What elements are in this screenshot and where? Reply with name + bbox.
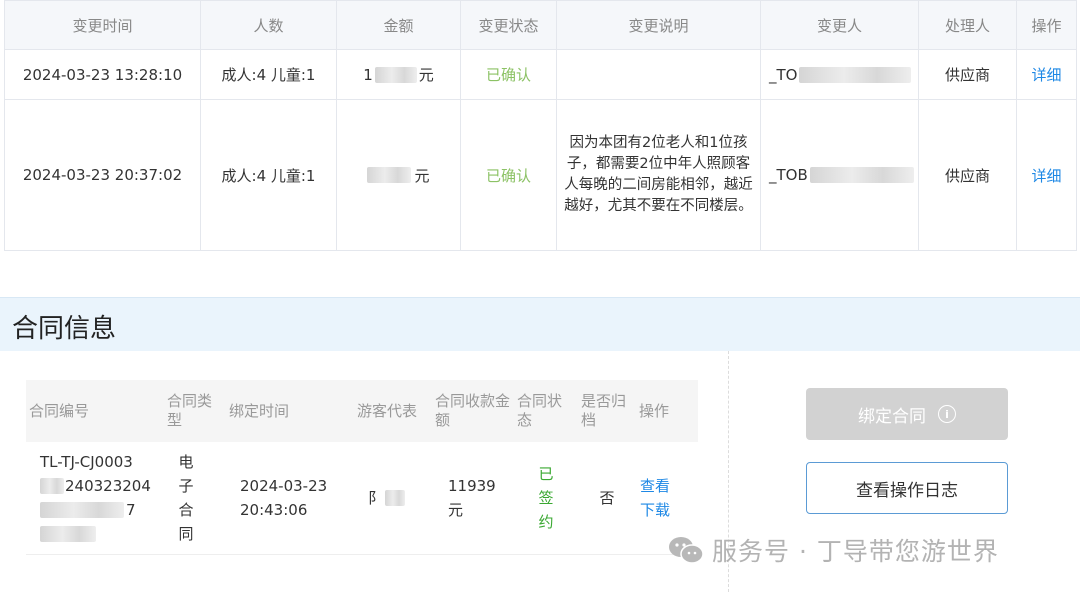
redacted-amount — [367, 167, 412, 183]
bind-contract-label: 绑定合同 — [858, 406, 926, 427]
header-change-status: 变更状态 — [460, 0, 557, 50]
redacted-contract-part — [40, 501, 124, 518]
amount: 元 — [336, 99, 461, 251]
contract-number-line2: 240323204 — [40, 474, 160, 498]
change-time: 2024-03-23 13:28:10 — [4, 49, 201, 100]
change-description — [556, 49, 761, 100]
people-count: 成人:4 儿童:1 — [200, 99, 337, 251]
contract-number: TL-TJ-CJ0003 240323204 7 — [26, 442, 164, 555]
changer: _TOB — [760, 99, 919, 251]
header-contract-action: 操作 — [636, 380, 698, 442]
contract-amount: 11939 元 — [432, 442, 514, 555]
header-changer: 变更人 — [760, 0, 919, 50]
change-description: 因为本团有2位老人和1位孩子，都需要2位中年人照顾客人每晚的二间房能相邻，越近越… — [556, 99, 761, 251]
header-bind-time: 绑定时间 — [226, 380, 354, 442]
detail-link[interactable]: 详细 — [1016, 99, 1077, 251]
redacted-changer — [809, 167, 914, 183]
header-handler: 处理人 — [918, 0, 1017, 50]
change-status: 已确认 — [460, 49, 557, 100]
table-row: TL-TJ-CJ0003 240323204 7 电子合同 2024-03-23… — [26, 442, 698, 555]
contract-table: 合同编号 合同类型 绑定时间 游客代表 合同收款金额 合同状态 是否归档 操作 … — [26, 380, 698, 555]
redacted-amount — [374, 66, 417, 83]
wechat-icon — [669, 537, 704, 564]
section-title: 合同信息 — [12, 314, 117, 344]
header-contract-status: 合同状态 — [514, 380, 578, 442]
contract-number-line1: TL-TJ-CJ0003 — [40, 452, 133, 471]
detail-link[interactable]: 详细 — [1016, 49, 1077, 100]
change-status: 已确认 — [460, 99, 557, 251]
bind-contract-button[interactable]: 绑定合同 i — [806, 388, 1008, 440]
header-contract-type: 合同类型 — [164, 380, 226, 442]
contract-number-line3: 7 — [40, 498, 160, 522]
watermark: 服务号 · 丁导带您游世界 — [668, 530, 999, 570]
contract-type-text: 电子合同 — [178, 452, 194, 543]
change-history-table: 变更时间 人数 金额 变更状态 变更说明 变更人 处理人 操作 2024-03-… — [4, 0, 1077, 251]
tourist-representative: 阝 — [354, 442, 432, 555]
changer-visible-part: _TOB — [769, 166, 808, 184]
header-change-description: 变更说明 — [556, 0, 761, 50]
redacted-changer — [799, 66, 912, 83]
changer-visible-part: _TO — [769, 65, 798, 84]
archived-status: 否 — [578, 442, 636, 555]
contract-table-header: 合同编号 合同类型 绑定时间 游客代表 合同收款金额 合同状态 是否归档 操作 — [26, 380, 698, 442]
amount: 1 元 — [336, 49, 461, 100]
header-change-time: 变更时间 — [4, 0, 201, 50]
redacted-contract-part — [40, 526, 96, 543]
view-contract-link[interactable]: 查看 — [640, 474, 694, 498]
handler: 供应商 — [918, 99, 1017, 251]
redacted-contract-part — [40, 477, 64, 494]
header-action: 操作 — [1016, 0, 1077, 50]
redacted-representative — [385, 489, 406, 506]
header-contract-no: 合同编号 — [26, 380, 164, 442]
watermark-text: 服务号 · 丁导带您游世界 — [712, 537, 999, 566]
handler: 供应商 — [918, 49, 1017, 100]
people-count: 成人:4 儿童:1 — [200, 49, 337, 100]
table-row: 2024-03-23 20:37:02 成人:4 儿童:1 元 已确认 因为本团… — [4, 99, 1077, 251]
amount-unit: 元 — [418, 66, 434, 84]
header-contract-amount: 合同收款金额 — [432, 380, 514, 442]
amount-unit: 元 — [414, 166, 430, 185]
change-time: 2024-03-23 20:37:02 — [4, 99, 201, 251]
header-people: 人数 — [200, 0, 337, 50]
header-representative: 游客代表 — [354, 380, 432, 442]
info-icon: i — [938, 405, 956, 423]
header-amount: 金额 — [336, 0, 461, 50]
view-operation-log-button[interactable]: 查看操作日志 — [806, 462, 1008, 514]
header-archived: 是否归档 — [578, 380, 636, 442]
bind-time: 2024-03-23 20:43:06 — [226, 442, 354, 555]
change-table-header: 变更时间 人数 金额 变更状态 变更说明 变更人 处理人 操作 — [4, 0, 1077, 50]
amount-visible-part: 1 — [363, 65, 373, 84]
download-contract-link[interactable]: 下载 — [640, 498, 694, 522]
changer: _TO — [760, 49, 919, 100]
contract-section-header: 合同信息 — [0, 297, 1080, 351]
contract-status: 已签约 — [514, 442, 578, 555]
table-row: 2024-03-23 13:28:10 成人:4 儿童:1 1 元 已确认 _T… — [4, 49, 1077, 100]
contract-type: 电子合同 — [164, 442, 226, 555]
